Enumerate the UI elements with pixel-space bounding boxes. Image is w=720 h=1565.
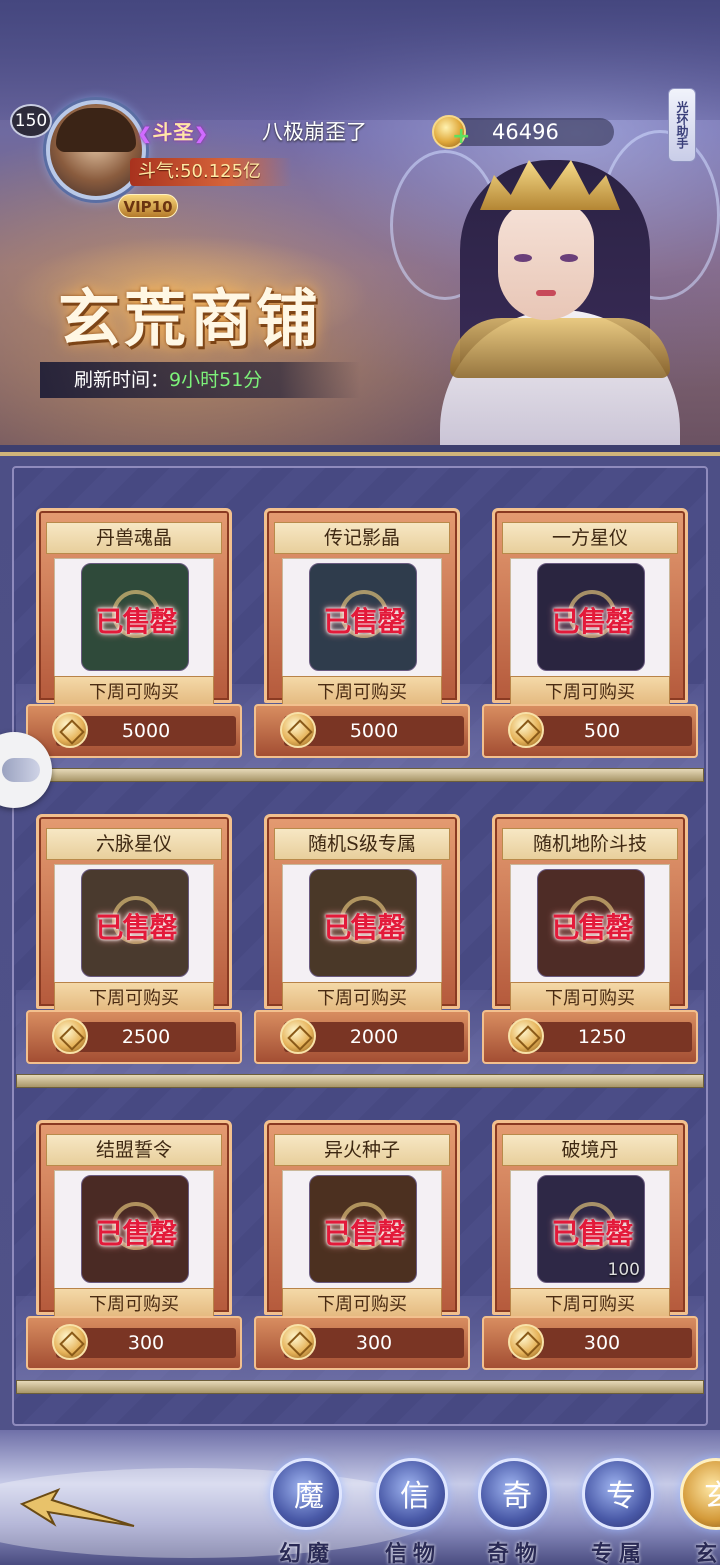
alliance-token-icon: 已售罄 — [81, 1175, 189, 1283]
vip-badge[interactable]: VIP10 — [118, 194, 178, 218]
sold-out-stamp: 已售罄 — [323, 911, 405, 944]
tab-label: 奇物 — [486, 1541, 543, 1565]
shop-header: 150 ❮斗圣❯ 八极崩歪了 斗气:50.125亿 VIP10 + 46496 … — [0, 0, 720, 445]
tab-xuanhuang[interactable]: 玄 玄 — [672, 1454, 720, 1565]
earth-skill-scroll-icon: 已售罄 — [537, 869, 645, 977]
bottom-nav: 魔 幻魔 信 信物 奇 奇物 专 专属 玄 玄 — [0, 1430, 720, 1565]
coin-icon — [508, 1018, 544, 1054]
coin-icon — [280, 1324, 316, 1360]
item-quantity: 100 — [607, 1260, 640, 1280]
page-title: 玄荒商铺 — [58, 282, 323, 355]
refresh-value: 9小时51分 — [169, 369, 263, 391]
shelf — [16, 1380, 704, 1394]
star-instrument-icon: 已售罄 — [537, 563, 645, 671]
shop-item-card[interactable]: 六脉星仪 已售罄 下周可购买 2500 — [26, 814, 242, 1064]
coin-icon — [52, 1324, 88, 1360]
sold-out-stamp: 已售罄 — [95, 1217, 177, 1250]
item-name: 随机S级专属 — [274, 828, 450, 860]
shelf — [16, 768, 704, 782]
power-value: 斗气:50.125亿 — [130, 158, 292, 186]
gourd-icon: 奇 — [502, 1479, 532, 1514]
back-arrow-icon[interactable] — [18, 1486, 138, 1536]
shop-item-card[interactable]: 一方星仪 已售罄 下周可购买 500 — [482, 508, 698, 758]
currency-value: 46496 — [492, 120, 559, 144]
sold-out-stamp: 已售罄 — [95, 911, 177, 944]
sold-out-stamp: 已售罄 — [551, 911, 633, 944]
coin-icon — [52, 1018, 88, 1054]
tab-label: 信物 — [384, 1541, 441, 1565]
tab-rare-items[interactable]: 奇 奇物 — [470, 1454, 560, 1565]
sold-out-stamp: 已售罄 — [551, 1217, 633, 1250]
tab-label: 玄 — [694, 1541, 720, 1565]
item-name: 破境丹 — [502, 1134, 678, 1166]
level-badge: 150 — [10, 104, 52, 138]
character-art — [390, 130, 720, 445]
shop-item-card[interactable]: 异火种子 已售罄 下周可购买 300 — [254, 1120, 470, 1370]
breakthrough-pill-icon: 已售罄 100 — [537, 1175, 645, 1283]
item-name: 结盟誓令 — [46, 1134, 222, 1166]
sold-out-stamp: 已售罄 — [323, 605, 405, 638]
item-name: 一方星仪 — [502, 522, 678, 554]
coin-icon — [280, 712, 316, 748]
tab-token[interactable]: 信 信物 — [368, 1454, 458, 1565]
xuanhuang-emblem-icon: 玄 — [704, 1479, 720, 1514]
add-currency-icon[interactable]: + — [452, 126, 470, 148]
six-vein-instrument-icon: 已售罄 — [81, 869, 189, 977]
coin-icon — [280, 1018, 316, 1054]
beast-token-icon: 信 — [400, 1479, 430, 1514]
sword-icon: 专 — [606, 1479, 636, 1514]
gamepad-icon — [2, 758, 40, 782]
item-name: 随机地阶斗技 — [502, 828, 678, 860]
item-name: 丹兽魂晶 — [46, 522, 222, 554]
shelf — [16, 1074, 704, 1088]
sold-out-stamp: 已售罄 — [95, 605, 177, 638]
refresh-label: 刷新时间： — [74, 369, 170, 391]
soul-crystal-icon: 已售罄 — [81, 563, 189, 671]
sold-out-stamp: 已售罄 — [551, 605, 633, 638]
coin-icon — [508, 1324, 544, 1360]
item-name: 异火种子 — [274, 1134, 450, 1166]
shop-item-card[interactable]: 结盟誓令 已售罄 下周可购买 300 — [26, 1120, 242, 1370]
sold-out-stamp: 已售罄 — [323, 1217, 405, 1250]
shop-item-card[interactable]: 破境丹 已售罄 100 下周可购买 300 — [482, 1120, 698, 1370]
shop-item-card[interactable]: 随机地阶斗技 已售罄 下周可购买 1250 — [482, 814, 698, 1064]
helper-tab[interactable]: 光环助手 — [668, 88, 696, 162]
coin-icon — [508, 712, 544, 748]
rank-title-text: 斗圣 — [152, 120, 195, 144]
item-name: 传记影晶 — [274, 522, 450, 554]
fire-seed-icon: 已售罄 — [309, 1175, 417, 1283]
shop-item-card[interactable]: 丹兽魂晶 已售罄 下周可购买 5000 — [26, 508, 242, 758]
shop-item-card[interactable]: 传记影晶 已售罄 下周可购买 5000 — [254, 508, 470, 758]
shop-panel: 丹兽魂晶 已售罄 下周可购买 5000 传记影晶 已售罄 下周可购买 5000 … — [0, 452, 720, 1430]
tab-illusion-demon[interactable]: 魔 幻魔 — [262, 1454, 352, 1565]
tab-exclusive[interactable]: 专 专属 — [574, 1454, 664, 1565]
refresh-timer: 刷新时间：9小时51分 — [40, 362, 360, 398]
biography-crystal-icon: 已售罄 — [309, 563, 417, 671]
item-name: 六脉星仪 — [46, 828, 222, 860]
s-rank-exclusive-icon: 已售罄 — [309, 869, 417, 977]
player-name: 八极崩歪了 — [262, 120, 367, 144]
coin-icon — [52, 712, 88, 748]
rank-title: ❮斗圣❯ — [138, 120, 209, 144]
demon-mask-icon: 魔 — [294, 1479, 324, 1514]
shop-item-card[interactable]: 随机S级专属 已售罄 下周可购买 2000 — [254, 814, 470, 1064]
tab-label: 幻魔 — [278, 1541, 335, 1565]
tab-label: 专属 — [590, 1541, 647, 1565]
